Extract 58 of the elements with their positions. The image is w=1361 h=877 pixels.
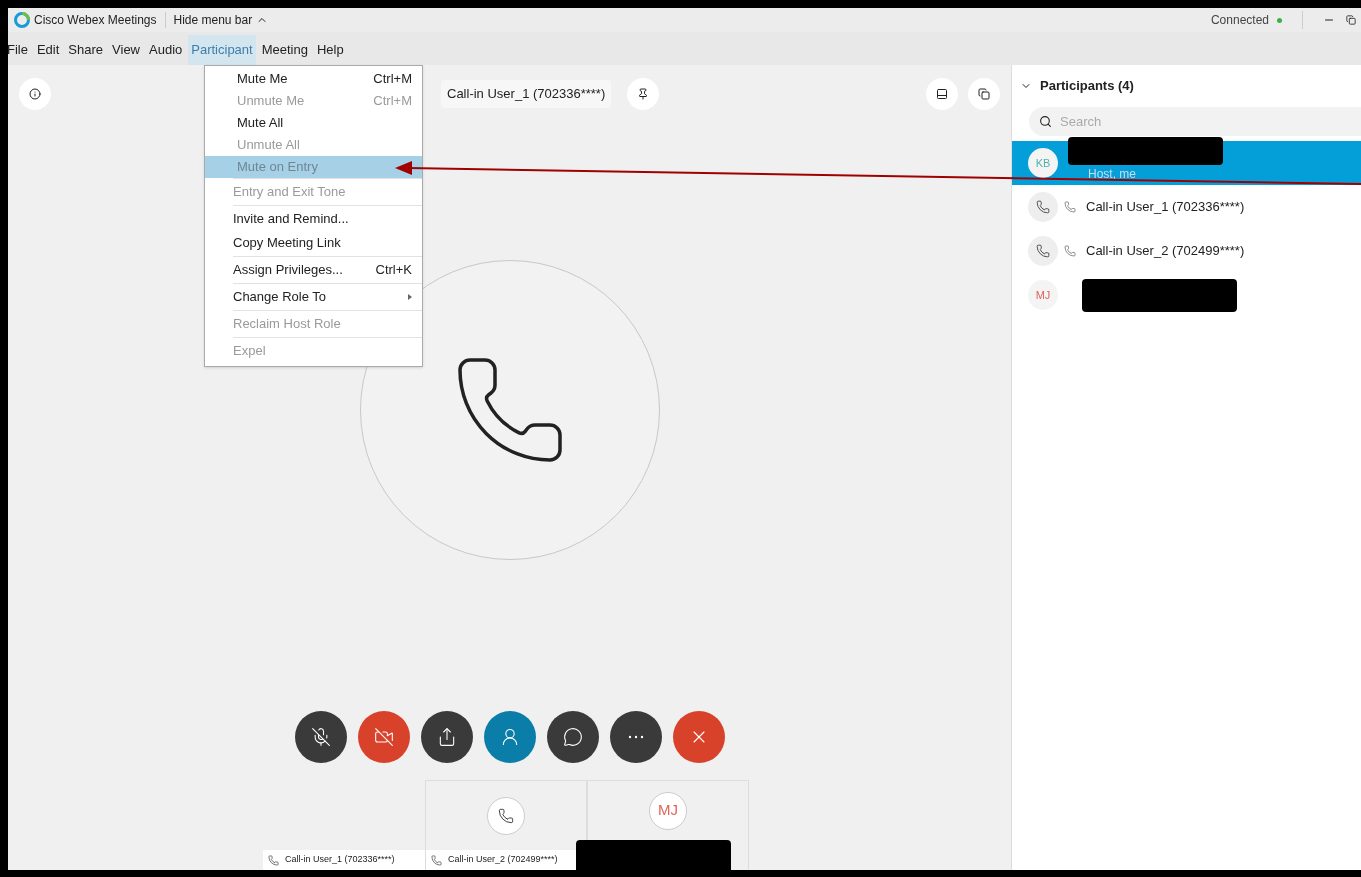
phone-icon xyxy=(1064,201,1076,213)
panel-title: Participants (4) xyxy=(1040,77,1134,96)
menu-bar-item[interactable]: View xyxy=(109,35,143,65)
menu-bar-item[interactable]: Meeting xyxy=(258,35,311,65)
participants-control-button[interactable] xyxy=(483,711,536,763)
participant-role: Host, me xyxy=(1088,166,1137,183)
windows-icon xyxy=(978,88,990,100)
phone-icon xyxy=(1036,244,1050,258)
more-control-button[interactable] xyxy=(609,711,662,763)
share-control-button[interactable] xyxy=(420,711,473,763)
mute-control-button[interactable] xyxy=(294,711,347,763)
layout-icon xyxy=(936,88,948,100)
info-icon xyxy=(29,88,41,100)
phone-icon xyxy=(431,854,442,866)
more-icon xyxy=(627,735,644,739)
initials-avatar: MJ xyxy=(649,791,687,830)
menu-item[interactable]: Assign Privileges... Ctrl+K xyxy=(229,259,422,281)
chat-bubble-icon xyxy=(562,727,583,747)
initials-avatar: KB xyxy=(1028,148,1058,178)
participant-name: Call-in User_2 (702499****) xyxy=(1086,242,1245,261)
muted-microphone-icon xyxy=(310,727,331,747)
menu-item[interactable]: Invite and Remind... xyxy=(229,208,422,230)
info-button[interactable] xyxy=(19,78,51,110)
menu-item[interactable]: Mute All xyxy=(205,112,422,134)
initials-avatar: MJ xyxy=(1028,280,1058,310)
connection-status: Connected xyxy=(1210,12,1269,29)
menu-bar-item[interactable]: File xyxy=(4,35,31,65)
app-title: Cisco Webex Meetings xyxy=(34,12,157,29)
phone-icon xyxy=(498,807,514,824)
phone-icon xyxy=(1064,245,1076,257)
participant-name: Call-in User_1 (702336****) xyxy=(1086,198,1245,217)
menu-item[interactable]: Mute Me Ctrl+M xyxy=(205,68,422,90)
pin-icon xyxy=(637,88,650,100)
menu-item[interactable]: Change Role To xyxy=(229,286,422,308)
app-logo-icon xyxy=(14,12,30,28)
participant-row[interactable]: Call-in User_1 (702336****) xyxy=(1012,185,1361,229)
participant-row[interactable]: Call-in User_2 (702499****) xyxy=(1012,229,1361,273)
phone-icon xyxy=(1036,200,1050,214)
restore-icon xyxy=(1346,15,1356,25)
phone-icon xyxy=(268,854,279,866)
menu-bar-item[interactable]: Participant xyxy=(188,35,256,65)
search-icon xyxy=(1039,115,1052,128)
layout-button[interactable] xyxy=(926,78,958,110)
end-control-button[interactable] xyxy=(672,711,725,763)
chat-control-button[interactable] xyxy=(546,711,599,763)
menu-item[interactable]: Copy Meeting Link xyxy=(229,232,422,254)
menu-bar-item[interactable]: Edit xyxy=(33,35,63,65)
menu-bar-item[interactable]: Share xyxy=(65,35,107,65)
video-control-button[interactable] xyxy=(357,711,410,763)
pin-button[interactable] xyxy=(627,78,660,110)
windows-button[interactable] xyxy=(968,78,1000,110)
video-off-icon xyxy=(373,727,394,747)
thumbnail-label: Call-in User_1 (702336****) xyxy=(285,853,395,867)
hide-menu-bar-button[interactable]: Hide menu bar xyxy=(173,11,269,29)
thumbnail-label: Call-in User_2 (702499****) xyxy=(448,853,558,867)
menu-bar-item[interactable]: Help xyxy=(313,35,347,65)
menu-bar-item[interactable]: Audio xyxy=(146,35,186,65)
active-speaker-label: Call-in User_1 (702336****) xyxy=(441,80,612,108)
